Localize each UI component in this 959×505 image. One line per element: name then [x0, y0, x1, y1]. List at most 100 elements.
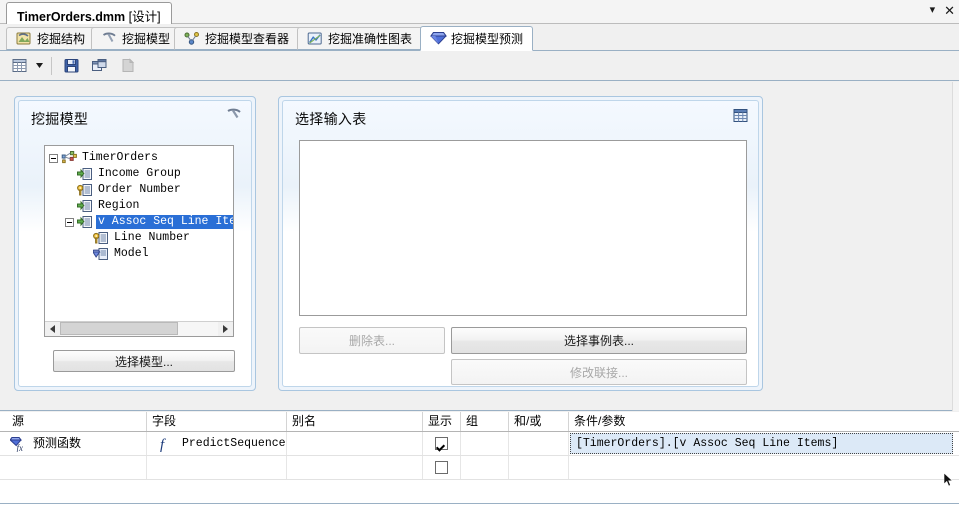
grid-cell-show[interactable] — [422, 456, 460, 479]
toolbar-separator — [51, 56, 52, 75]
modify-join-button-label: 修改联接... — [569, 365, 628, 380]
scroll-right-button[interactable] — [218, 322, 233, 336]
grid-header-divider[interactable] — [460, 412, 461, 431]
grid-header-criteria[interactable]: 条件/参数 — [568, 412, 959, 431]
criteria-value[interactable]: [TimerOrders].[v Assoc Seq Line Items] — [570, 433, 953, 454]
show-checkbox[interactable] — [434, 461, 448, 474]
grid-header-source[interactable]: 源 — [6, 412, 146, 431]
mining-model-panel-title: 挖掘模型 — [31, 111, 89, 127]
grid-cell-group[interactable] — [460, 456, 508, 479]
input-column-icon — [77, 167, 93, 181]
svg-text:f: f — [160, 437, 166, 452]
designer-tab-label: 挖掘模型 — [122, 32, 171, 46]
tree-node-label: Region — [98, 199, 140, 212]
document-tab-timerorders[interactable]: TimerOrders.dmm [设计] — [6, 2, 172, 24]
grid-header-alias[interactable]: 别名 — [286, 412, 422, 431]
designer-tab-1[interactable]: 挖掘模型 — [91, 27, 181, 50]
grid-view-icon — [12, 59, 26, 72]
switch-view-button[interactable] — [7, 55, 31, 77]
designer-tab-0[interactable]: 挖掘结构 — [6, 27, 98, 50]
grid-header-show[interactable]: 显示 — [422, 412, 460, 431]
document-tab-suffix: [设计] — [128, 10, 161, 24]
chevron-down-icon[interactable]: ▾ — [930, 5, 936, 16]
tree-node[interactable]: Income Group — [45, 166, 233, 182]
grid-header-divider[interactable] — [568, 412, 569, 431]
mining-model-panel: 挖掘模型 TimerOrders Income Group Order Number… — [14, 96, 256, 391]
modify-join-button: 修改联接... — [451, 359, 747, 385]
canvas-vertical-scrollbar[interactable] — [952, 82, 959, 411]
table-row[interactable]: fx 预测函数 f PredictSequence [TimerOrders].[v A… — [0, 432, 959, 456]
tree-node-label: Order Number — [98, 183, 181, 196]
select-input-table-panel-inner: 选择输入表 删除表... 选择事例表... 修改联接... — [282, 100, 759, 387]
tree-node[interactable]: Line Number — [45, 230, 233, 246]
delete-table-button-label: 删除表... — [348, 334, 395, 348]
grid-header-divider[interactable] — [508, 412, 509, 431]
accuracy-chart-icon — [307, 31, 323, 46]
grid-cell-criteria[interactable] — [568, 456, 959, 479]
show-checkbox[interactable] — [434, 437, 448, 450]
designer-tab-4[interactable]: 挖掘模型预测 — [420, 26, 533, 51]
select-case-table-button[interactable]: 选择事例表... — [451, 327, 747, 354]
designer-toolbar — [0, 51, 959, 81]
tree-node[interactable]: TimerOrders — [45, 150, 233, 166]
select-model-button[interactable]: 选择模型... — [53, 350, 235, 372]
grid-cell-alias[interactable] — [286, 456, 422, 479]
prediction-function-icon: fx — [10, 436, 27, 452]
tree-horizontal-scrollbar[interactable] — [45, 321, 233, 336]
designer-tab-row: 挖掘结构 挖掘模型 挖掘模型查看器 挖掘准确性图表 挖掘模型预测 — [0, 25, 959, 51]
tree-node-label: Model — [114, 247, 149, 260]
grid-cell-source[interactable] — [6, 456, 146, 479]
mining-model-panel-inner: 挖掘模型 TimerOrders Income Group Order Number… — [18, 100, 252, 387]
tree-collapse-icon[interactable] — [65, 217, 74, 227]
grid-cell-field[interactable]: f PredictSequence — [146, 432, 286, 455]
tree-node[interactable]: Region — [45, 198, 233, 214]
tree-node-selected[interactable]: v Assoc Seq Line Items — [45, 214, 233, 230]
source-label: 预测函数 — [33, 436, 82, 450]
document-tab-label: TimerOrders.dmm — [17, 10, 126, 24]
tree-node-label: Income Group — [98, 167, 181, 180]
scroll-left-button[interactable] — [45, 322, 60, 336]
grid-header-divider[interactable] — [422, 412, 423, 431]
close-icon[interactable]: ✕ — [944, 4, 955, 17]
grid-header-and_or[interactable]: 和/或 — [508, 412, 568, 431]
grid-cell-criteria[interactable]: [TimerOrders].[v Assoc Seq Line Items] — [568, 432, 959, 455]
designer-tab-3[interactable]: 挖掘准确性图表 — [297, 27, 427, 50]
mining-model-tree[interactable]: TimerOrders Income Group Order Number Regio… — [44, 145, 234, 337]
grid-cell-source[interactable]: fx 预测函数 — [6, 432, 146, 455]
save-icon — [64, 59, 78, 73]
diamond-icon — [430, 31, 447, 46]
mouse-cursor-icon — [943, 472, 955, 491]
tree-node[interactable]: Model — [45, 246, 233, 262]
grid-cell-and_or[interactable] — [508, 456, 568, 479]
tree-collapse-icon[interactable] — [49, 153, 58, 163]
mining-model-prediction-designer: TimerOrders.dmm [设计] ▾ ✕ 挖掘结构 挖掘模型 挖掘模型查看器… — [0, 0, 959, 505]
tree-node-label: Line Number — [114, 231, 190, 244]
designer-tab-2[interactable]: 挖掘模型查看器 — [174, 27, 304, 50]
scroll-thumb[interactable] — [60, 322, 178, 335]
grid-cell-and_or[interactable] — [508, 432, 568, 455]
save-button[interactable] — [59, 55, 83, 77]
grid-header-divider[interactable] — [286, 412, 287, 431]
grid-header-group[interactable]: 组 — [460, 412, 508, 431]
input-column-icon — [77, 215, 93, 229]
select-input-table-panel-title: 选择输入表 — [295, 111, 367, 127]
grid-cell-alias[interactable] — [286, 432, 422, 455]
mining-model-icon — [61, 151, 77, 165]
grid-cell-show[interactable] — [422, 432, 460, 455]
key-column-icon — [93, 231, 109, 245]
grid-header-field[interactable]: 字段 — [146, 412, 286, 431]
tree-node[interactable]: Order Number — [45, 182, 233, 198]
switch-view-dropdown[interactable] — [35, 55, 44, 77]
function-icon: f — [158, 436, 172, 452]
grid-header-divider[interactable] — [146, 412, 147, 431]
query-designer-button[interactable] — [87, 55, 111, 77]
grid-cell-field[interactable] — [146, 456, 286, 479]
predict-column-icon — [92, 247, 109, 261]
table-row[interactable] — [0, 456, 959, 480]
query-grid-header: 源字段 别名 显示组和/或 条件/参数 — [0, 412, 959, 432]
designer-tab-label: 挖掘模型预测 — [451, 32, 524, 46]
designer-tab-label: 挖掘准确性图表 — [328, 32, 413, 46]
input-tables-list[interactable] — [299, 140, 747, 316]
grid-cell-group[interactable] — [460, 432, 508, 455]
scroll-track[interactable] — [60, 322, 218, 336]
